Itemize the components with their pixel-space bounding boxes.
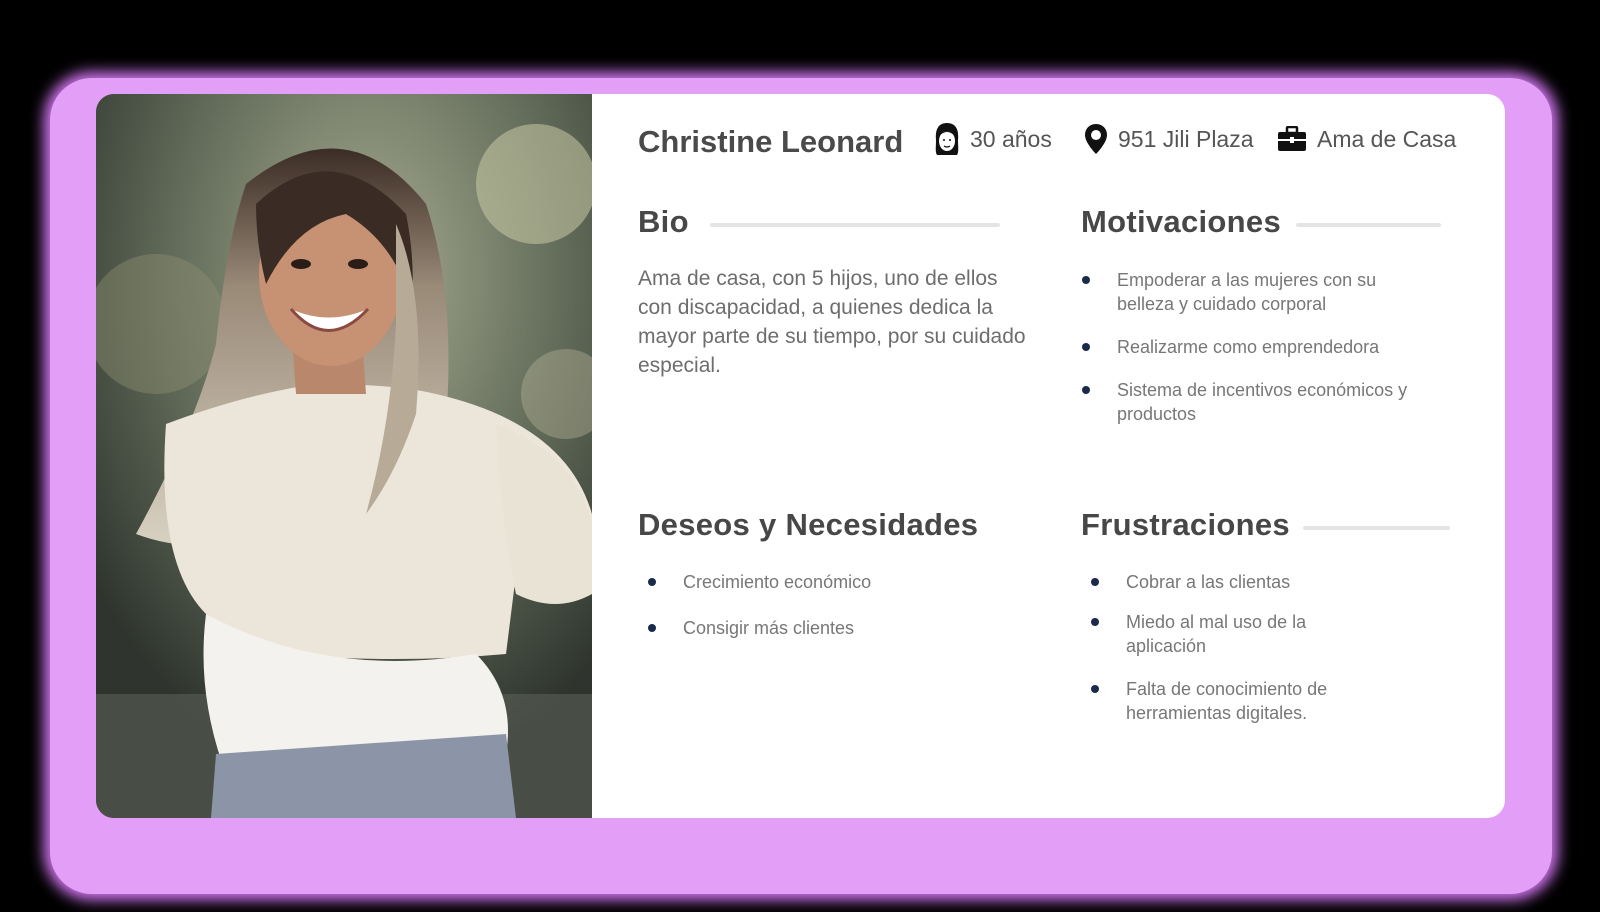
persona-occupation-text: Ama de Casa bbox=[1317, 125, 1457, 152]
bullet-icon bbox=[648, 578, 656, 586]
frustrations-list: Cobrar a las clientas Miedo al mal uso d… bbox=[1090, 570, 1350, 725]
persona-age: 30 años bbox=[934, 122, 1052, 156]
list-item: Falta de conocimiento de herramientas di… bbox=[1090, 677, 1350, 725]
bullet-icon bbox=[1091, 578, 1099, 586]
list-item: Realizarme como emprendedora bbox=[1081, 335, 1411, 359]
list-item: Cobrar a las clientas bbox=[1090, 570, 1350, 594]
persona-age-text: 30 años bbox=[970, 125, 1052, 152]
bullet-icon bbox=[1091, 618, 1099, 626]
list-item: Consigir más clientes bbox=[647, 616, 1027, 640]
map-pin-icon bbox=[1085, 124, 1107, 154]
list-item: Crecimiento económico bbox=[647, 570, 1027, 594]
list-item: Sistema de incentivos económicos y produ… bbox=[1081, 378, 1411, 426]
bullet-icon bbox=[648, 624, 656, 632]
frustrations-heading: Frustraciones bbox=[1081, 507, 1290, 542]
bullet-icon bbox=[1082, 276, 1090, 284]
list-item: Empoderar a las mujeres con su belleza y… bbox=[1081, 268, 1411, 316]
motivations-list: Empoderar a las mujeres con su belleza y… bbox=[1081, 268, 1411, 426]
persona-card: Christine Leonard 30 años 951 Jili Plaza bbox=[96, 94, 1505, 818]
motivations-heading: Motivaciones bbox=[1081, 204, 1281, 239]
needs-heading: Deseos y Necesidades bbox=[638, 507, 979, 542]
frustrations-divider bbox=[1303, 526, 1450, 530]
persona-occupation: Ama de Casa bbox=[1277, 122, 1456, 156]
woman-face-icon bbox=[935, 123, 959, 155]
list-item: Miedo al mal uso de la aplicación bbox=[1090, 610, 1350, 658]
bullet-icon bbox=[1082, 386, 1090, 394]
bio-heading: Bio bbox=[638, 204, 689, 239]
persona-location-text: 951 Jili Plaza bbox=[1118, 125, 1254, 152]
persona-name: Christine Leonard bbox=[638, 124, 904, 159]
persona-details: Christine Leonard 30 años 951 Jili Plaza bbox=[592, 94, 1505, 818]
bullet-icon bbox=[1091, 685, 1099, 693]
bio-text: Ama de casa, con 5 hijos, uno de ellos c… bbox=[638, 267, 1026, 377]
bullet-icon bbox=[1082, 343, 1090, 351]
bio-divider bbox=[710, 223, 1000, 227]
motivations-divider bbox=[1296, 223, 1441, 227]
persona-location: 951 Jili Plaza bbox=[1084, 122, 1254, 156]
needs-list: Crecimiento económico Consigir más clien… bbox=[647, 570, 1027, 640]
persona-photo bbox=[96, 94, 592, 818]
briefcase-icon bbox=[1278, 126, 1306, 151]
